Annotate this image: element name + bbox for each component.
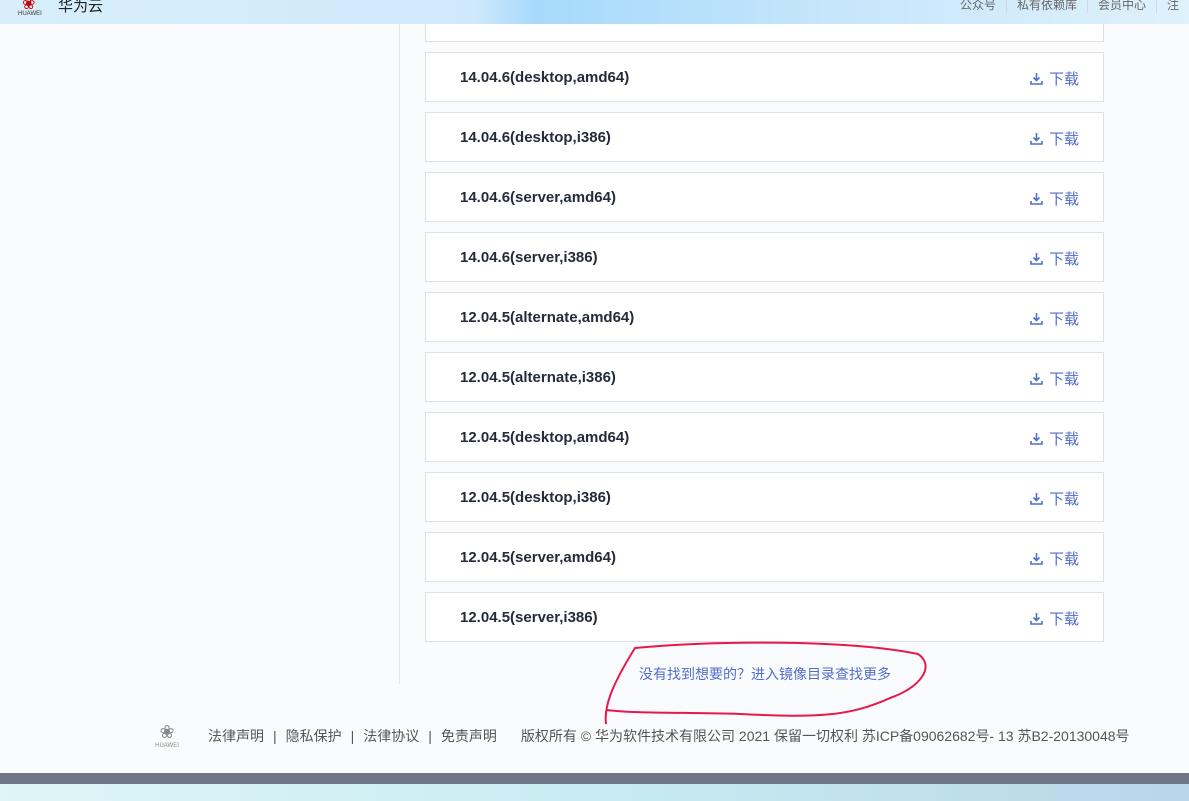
image-version: 14.04.6(desktop,amd64) <box>460 69 630 86</box>
top-nav: 公众号 私有依赖库 会员中心 注 <box>950 0 1189 13</box>
image-version: 14.04.6(desktop,i386) <box>460 129 611 146</box>
list-item: 14.04.6(desktop,i386) 下载 <box>425 112 1104 162</box>
list-item: 12.04.5(alternate,amd64) 下载 <box>425 292 1104 342</box>
download-button[interactable]: 下载 <box>1030 308 1079 329</box>
nav-more[interactable]: 注 <box>1155 0 1189 13</box>
logo-text: HUAWEI <box>155 743 179 749</box>
footer-huawei-logo: ❀ HUAWEI <box>150 722 184 750</box>
download-label: 下载 <box>1048 491 1079 508</box>
list-item: 14.04.6(server,i386) 下载 <box>425 232 1104 282</box>
download-icon <box>1030 493 1043 505</box>
list-item: 12.04.5(server,i386) 下载 <box>425 592 1104 642</box>
image-version: 12.04.5(desktop,i386) <box>460 489 611 506</box>
download-button[interactable]: 下载 <box>1030 368 1079 389</box>
download-label: 下载 <box>1048 131 1079 148</box>
footer-link-agreement[interactable]: 法律协议 <box>363 726 419 746</box>
footer-link-legal[interactable]: 法律声明 <box>208 726 264 746</box>
list-item: 12.04.5(desktop,i386) 下载 <box>425 472 1104 522</box>
image-version: 12.04.5(desktop,amd64) <box>460 429 630 446</box>
huawei-logo[interactable]: ❀ HUAWEI <box>18 0 48 22</box>
download-label: 下载 <box>1048 251 1079 268</box>
download-button[interactable]: 下载 <box>1030 488 1079 509</box>
download-icon <box>1030 433 1043 445</box>
copyright: 版权所有 © 华为软件技术有限公司 2021 保留一切权利 苏ICP备09062… <box>520 728 1130 744</box>
download-label: 下载 <box>1048 371 1079 388</box>
download-icon <box>1030 73 1043 85</box>
image-version: 14.04.6(server,i386) <box>460 249 598 266</box>
nav-public-account[interactable]: 公众号 <box>950 0 1006 13</box>
download-button[interactable]: 下载 <box>1030 128 1079 149</box>
download-icon <box>1030 133 1043 145</box>
image-version: 12.04.5(alternate,amd64) <box>460 309 635 326</box>
download-label: 下载 <box>1048 551 1079 568</box>
image-version: 12.04.5(server,i386) <box>460 609 598 626</box>
separator: | <box>428 728 432 744</box>
download-icon <box>1030 553 1043 565</box>
image-version: 12.04.5(server,amd64) <box>460 549 616 566</box>
download-icon <box>1030 253 1043 265</box>
download-label: 下载 <box>1048 311 1079 328</box>
download-label: 下载 <box>1048 431 1079 448</box>
download-button[interactable]: 下载 <box>1030 608 1079 629</box>
nav-private-repo[interactable]: 私有依赖库 <box>1005 0 1087 13</box>
image-version: 12.04.5(alternate,i386) <box>460 369 616 386</box>
download-button[interactable]: 下载 <box>1030 248 1079 269</box>
download-icon <box>1030 373 1043 385</box>
download-button[interactable]: 下载 <box>1030 428 1079 449</box>
download-button[interactable]: 下载 <box>1030 68 1079 89</box>
download-label: 下载 <box>1048 71 1079 88</box>
list-item: 12.04.5(server,amd64) 下载 <box>425 532 1104 582</box>
list-item: 12.04.5(alternate,i386) 下载 <box>425 352 1104 402</box>
nav-member-center[interactable]: 会员中心 <box>1086 0 1156 13</box>
brand-name[interactable]: 华为云 <box>58 0 103 16</box>
image-version: 14.04.6(server,amd64) <box>460 189 616 206</box>
separator: | <box>273 728 277 744</box>
download-icon <box>1030 193 1043 205</box>
download-button[interactable]: 下载 <box>1030 548 1079 569</box>
list-item: 12.04.5(desktop,amd64) 下载 <box>425 412 1104 462</box>
footer-link-privacy[interactable]: 隐私保护 <box>286 726 342 746</box>
footer: ❀ HUAWEI 法律声明 | 隐私保护 | 法律协议 | 免责声明 版权所有 © 华为… <box>150 722 1130 750</box>
bottom-bar <box>0 773 1189 784</box>
footer-link-disclaimer[interactable]: 免责声明 <box>441 726 497 746</box>
download-label: 下载 <box>1048 611 1079 628</box>
sidebar-divider <box>399 24 400 684</box>
bottom-strip <box>0 784 1189 801</box>
top-header: ❀ HUAWEI 华为云 公众号 私有依赖库 会员中心 注 <box>0 0 1189 24</box>
download-label: 下载 <box>1048 191 1079 208</box>
logo-text: HUAWEI <box>18 11 42 17</box>
download-icon <box>1030 313 1043 325</box>
download-icon <box>1030 613 1043 625</box>
list-item: 14.04.6(server,amd64) 下载 <box>425 172 1104 222</box>
separator: | <box>350 728 355 744</box>
list-item: 14.04.6(desktop,amd64) 下载 <box>425 52 1104 102</box>
red-annotation-circle <box>604 641 927 725</box>
huawei-flower-icon: ❀ <box>159 722 175 742</box>
download-button[interactable]: 下载 <box>1030 188 1079 209</box>
